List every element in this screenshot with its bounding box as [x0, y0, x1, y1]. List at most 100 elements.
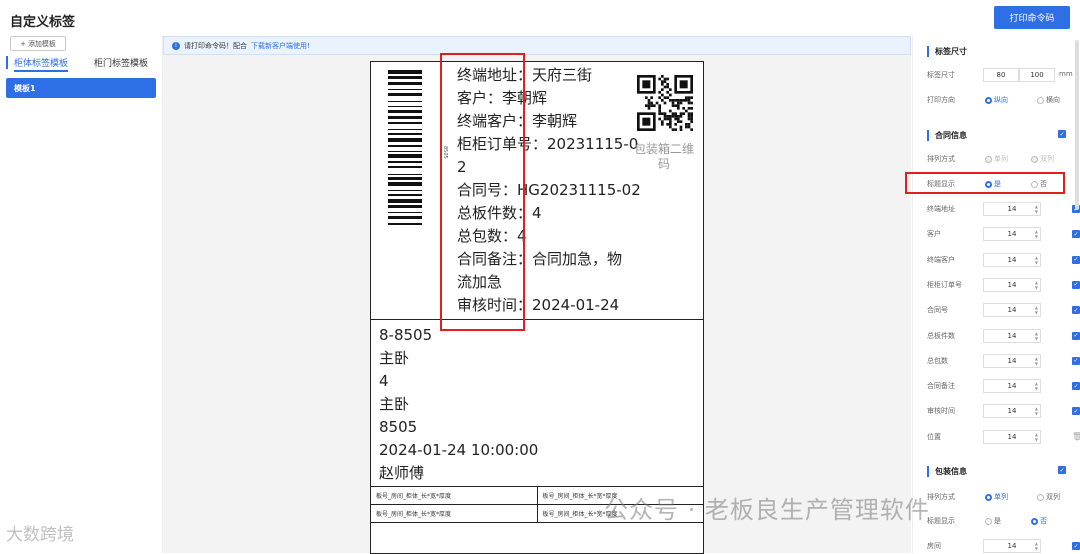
barcode-bar: [388, 160, 422, 164]
field-setting-row: 合同备注 14 ▲ ▼ ✓: [927, 379, 1080, 394]
font-size-stepper[interactable]: 14 ▲ ▼: [983, 202, 1041, 216]
barcode-bar: [388, 165, 422, 169]
barcode-bar: [388, 215, 422, 220]
barcode-bar: [388, 81, 422, 86]
field-setting-row: 总包数 14 ▲ ▼ ✓: [927, 353, 1080, 368]
field-setting-label: 审核时间: [927, 407, 955, 416]
package-section-checkbox[interactable]: ✓: [1058, 466, 1066, 474]
arrange-label: 排列方式: [927, 155, 955, 163]
radio-landscape[interactable]: 横向: [1037, 95, 1060, 105]
top-bar: 自定义标签 打印命令码: [0, 0, 1080, 36]
field-setting-row: 终端客户 14 ▲ ▼ ✓: [927, 252, 1080, 267]
barcode-bar: [388, 177, 422, 180]
barcode-bar: [388, 182, 422, 187]
radio-double-column[interactable]: 双列: [1031, 154, 1054, 164]
info-icon: i: [172, 41, 180, 50]
field-checkbox[interactable]: ✓: [1072, 356, 1080, 365]
template-item-1[interactable]: 模板1: [6, 78, 156, 98]
field-checkbox[interactable]: ✓: [1072, 407, 1080, 416]
barcode-bar: [388, 105, 422, 108]
font-size-stepper[interactable]: 14 ▲ ▼: [983, 303, 1041, 318]
barcode-bar: [388, 100, 422, 102]
radio-pkg-title-no[interactable]: 否: [1031, 516, 1047, 526]
trash-icon[interactable]: 🗑: [1072, 432, 1080, 441]
barcode-bar: [388, 199, 422, 203]
field-setting-row: 位置 14 ▲ ▼ 🗑: [927, 429, 1080, 444]
barcode-bar: [388, 76, 422, 79]
barcode-bar: [388, 128, 422, 131]
barcode-bar: [388, 190, 422, 192]
left-sidebar: + 添加模板 柜体标签模板 柜门标签模板 模板1: [0, 36, 163, 553]
barcode-bar: [388, 211, 422, 214]
barcode-bar: [388, 150, 422, 152]
field-checkbox[interactable]: ✓: [1072, 306, 1080, 315]
height-input[interactable]: 100: [1019, 68, 1055, 82]
tab-cabinet-template[interactable]: 柜体标签模板: [6, 56, 69, 72]
font-size-stepper[interactable]: 14 ▲ ▼: [983, 353, 1041, 368]
scrollbar[interactable]: [1075, 40, 1079, 210]
settings-panel: 标签尺寸 标签尺寸 80 100 mm 打印方向 纵向 横向 合同信息 ✓ 排列…: [912, 36, 1080, 553]
arrange-row: 排列方式 单列 双列: [927, 152, 1073, 166]
font-size-stepper[interactable]: 14 ▲ ▼: [983, 227, 1041, 242]
field-checkbox[interactable]: ✓: [1072, 280, 1080, 289]
field-checkbox[interactable]: ✓: [1072, 230, 1080, 239]
radio-single-column[interactable]: 单列: [985, 154, 1008, 164]
font-size-stepper[interactable]: 14 ▲ ▼: [983, 252, 1041, 267]
title-show-label: 标题显示: [927, 517, 955, 525]
qr-code-icon: [637, 75, 693, 131]
font-size-stepper[interactable]: 14 ▲ ▼: [983, 328, 1041, 343]
font-size-stepper[interactable]: 14 ▲ ▼: [983, 379, 1041, 394]
download-client-link[interactable]: 下载新客户端使用!: [251, 41, 310, 51]
field-checkbox[interactable]: ✓: [1072, 255, 1080, 264]
add-template-button[interactable]: + 添加模板: [10, 36, 66, 51]
field-setting-label: 合同备注: [927, 382, 955, 391]
qr-label-line: 码: [657, 157, 670, 171]
package-fields: 8-8505 主卧 4 主卧 8505 2024-01-24 10:00:00 …: [379, 324, 538, 485]
field-setting-label: 终端客户: [927, 255, 955, 264]
print-command-button[interactable]: 打印命令码: [994, 6, 1070, 29]
arrange-label: 排列方式: [927, 493, 955, 501]
pkg-title-row: 标题显示 是 否: [927, 514, 1073, 528]
barcode-bar: [388, 116, 422, 119]
font-size-stepper[interactable]: 14 ▲ ▼: [983, 429, 1041, 444]
field-setting-row: 客户 14 ▲ ▼ ✓: [927, 227, 1080, 242]
font-size-stepper[interactable]: 14 ▲ ▼: [983, 277, 1041, 292]
field-setting-row: 合同号 14 ▲ ▼ ✓: [927, 303, 1080, 318]
direction-label: 打印方向: [927, 96, 955, 104]
label-preview: 8505 终端地址：天府三街 客户：李朝辉 终端客户：李朝辉 柜柜订单号：202…: [370, 61, 704, 554]
barcode-bar: [388, 109, 422, 114]
watermark-logo: 大数跨境: [6, 525, 74, 545]
notice-bar: i 请打印命令码！配合 下载新客户端使用!: [163, 36, 911, 55]
field-checkbox[interactable]: ✓: [1072, 331, 1080, 340]
field-setting-row: 总板件数 14 ▲ ▼ ✓: [927, 328, 1080, 343]
barcode-bar: [388, 70, 422, 74]
contract-section-checkbox[interactable]: ✓: [1058, 130, 1066, 138]
tab-label: 柜体标签模板: [14, 59, 69, 69]
room-checkbox[interactable]: ✓: [1072, 542, 1080, 550]
field-setting-label: 合同号: [927, 306, 948, 315]
preview-area: i 请打印命令码！配合 下载新客户端使用! 8505 终端地址：天府三街 客户：…: [163, 36, 911, 554]
font-size-stepper[interactable]: 14 ▲ ▼: [983, 404, 1041, 419]
radio-pkg-title-yes[interactable]: 是: [985, 516, 1001, 526]
template-tabs: 柜体标签模板 柜门标签模板: [6, 56, 156, 72]
barcode-bar: [388, 137, 422, 142]
barcode-bar: [388, 122, 422, 124]
size-label: 标签尺寸: [927, 71, 955, 79]
tab-door-template[interactable]: 柜门标签模板: [94, 56, 148, 69]
watermark: 公众号 · 老板良生产管理软件: [604, 496, 930, 524]
highlight-box-fields: [440, 53, 525, 331]
room-row: 房间 14 ▲ ▼ ✓: [927, 539, 1080, 553]
room-font-size-stepper[interactable]: 14 ▲ ▼: [983, 539, 1041, 553]
width-input[interactable]: 80: [983, 68, 1019, 82]
notice-text: 请打印命令码！配合: [184, 41, 247, 50]
qr-label-line: 包装箱二维: [633, 142, 694, 156]
radio-pkg-double[interactable]: 双列: [1037, 492, 1060, 502]
field-checkbox[interactable]: ✓: [1072, 382, 1080, 391]
radio-pkg-single[interactable]: 单列: [985, 492, 1008, 502]
field-setting-label: 总包数: [927, 356, 948, 365]
field-setting-label: 客户: [927, 230, 941, 239]
field-setting-row: 审核时间 14 ▲ ▼ ✓: [927, 404, 1080, 419]
radio-portrait[interactable]: 纵向: [985, 95, 1008, 105]
unit-label: mm: [1059, 70, 1073, 78]
package-line: 4: [379, 372, 389, 390]
